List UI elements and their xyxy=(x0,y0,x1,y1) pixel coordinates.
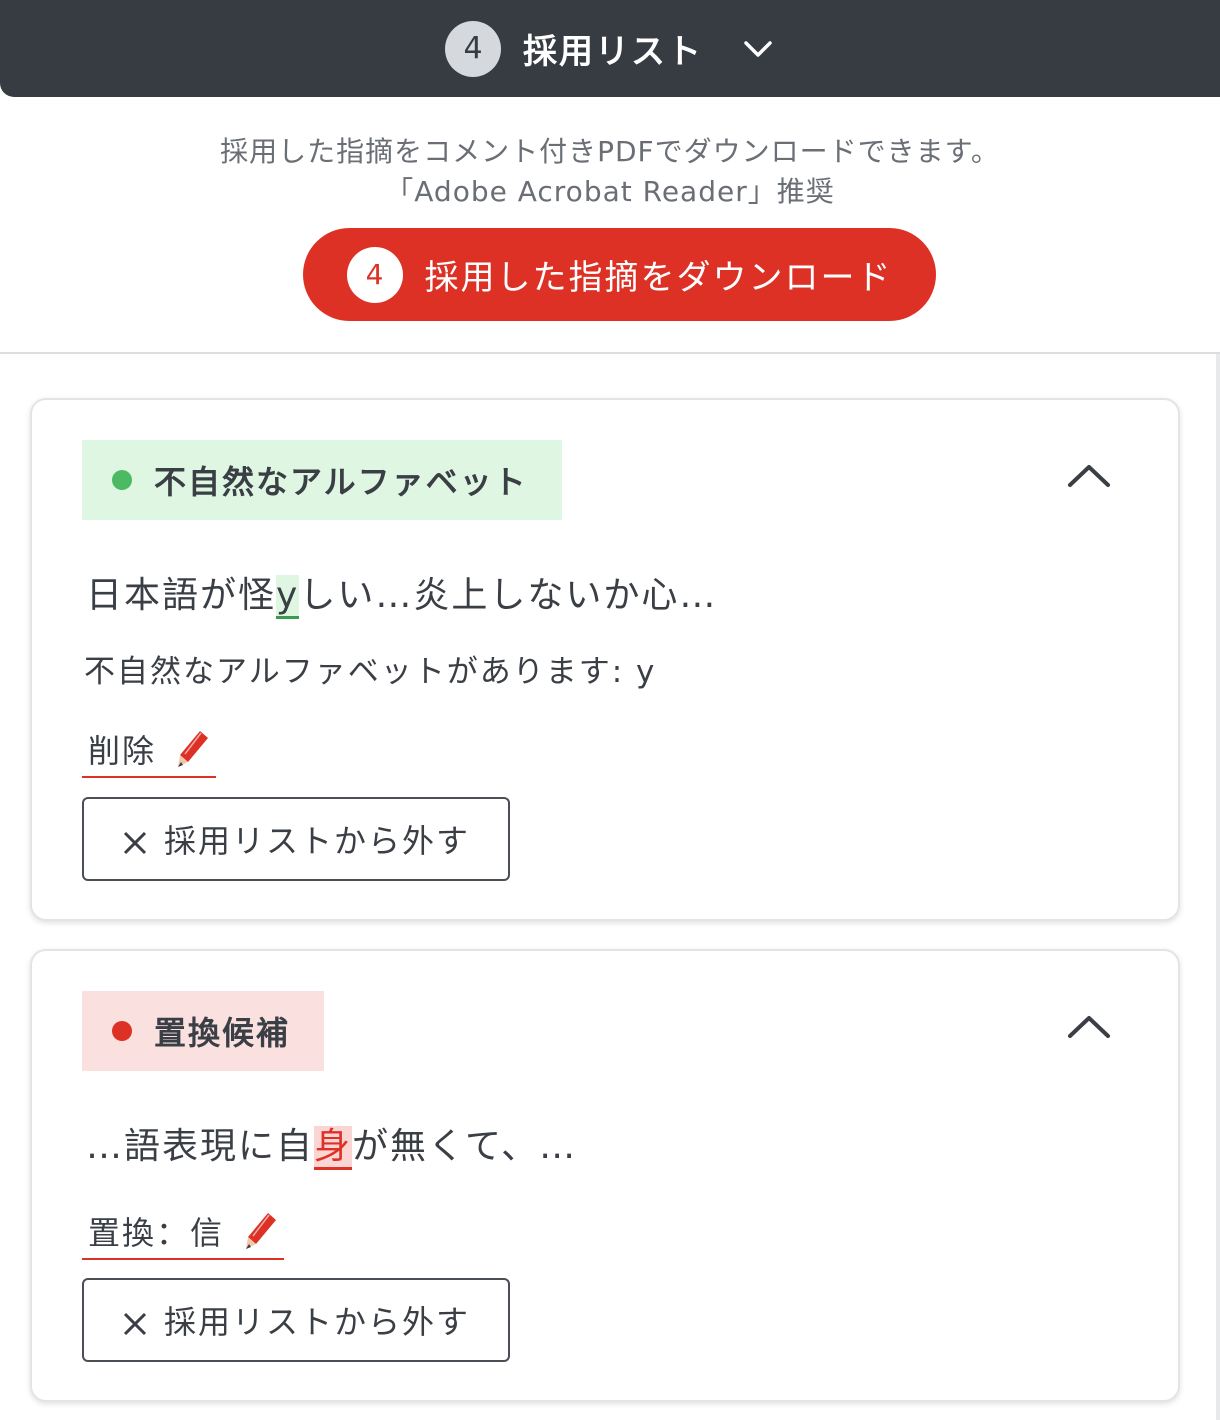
excerpt-after: が無くて、… xyxy=(352,1126,578,1167)
suggested-action-link[interactable]: 削除 xyxy=(82,726,217,778)
suggested-action-label: 置換：信 xyxy=(88,1214,225,1252)
issue-category-tag: 置換候補 xyxy=(82,991,325,1071)
remove-button-label: 採用リストから外す xyxy=(163,1303,470,1341)
download-button-label: 採用した指摘をダウンロード xyxy=(424,258,893,298)
scrollbar-track[interactable] xyxy=(1216,354,1220,1420)
chevron-up-icon[interactable] xyxy=(1066,1011,1112,1041)
download-description: 採用した指摘をコメント付きPDFでダウンロードできます。 xyxy=(220,135,1000,168)
suggested-action-label: 削除 xyxy=(88,732,157,770)
text-excerpt: 日本語が怪yしい…炎上しないか心… xyxy=(86,566,718,619)
chevron-up-icon[interactable] xyxy=(1066,460,1112,490)
issue-category-label: 不自然なアルファベット xyxy=(154,463,528,501)
adopted-count-badge: 4 xyxy=(445,20,501,77)
recommended-reader-note: 「Adobe Acrobat Reader」推奨 xyxy=(385,175,835,208)
excerpt-highlight: y xyxy=(276,575,300,619)
pencil-icon xyxy=(244,1211,278,1251)
section-divider xyxy=(0,352,1220,354)
adopted-list-title: 採用リスト xyxy=(523,32,703,72)
close-icon xyxy=(122,826,148,855)
adopted-list-header[interactable]: 4 採用リスト xyxy=(0,0,1220,97)
category-dot-icon xyxy=(112,470,132,490)
remove-from-list-button[interactable]: 採用リストから外す xyxy=(82,797,510,881)
download-info-section: 採用した指摘をコメント付きPDFでダウンロードできます。 「Adobe Acro… xyxy=(0,97,1220,352)
excerpt-after: しい…炎上しないか心… xyxy=(299,575,718,616)
issue-category-tag: 不自然なアルファベット xyxy=(82,440,562,520)
download-count-badge: 4 xyxy=(346,246,403,303)
issue-category-label: 置換候補 xyxy=(154,1014,291,1052)
download-adopted-button[interactable]: 4 採用した指摘をダウンロード xyxy=(303,228,936,321)
adopted-item-card: 置換候補 …語表現に自身が無くて、… 置換：信 採用リストから外す xyxy=(30,949,1180,1402)
suggested-action-link[interactable]: 置換：信 xyxy=(82,1208,285,1260)
excerpt-before: 日本語が怪 xyxy=(86,575,277,616)
excerpt-highlight: 身 xyxy=(314,1126,353,1170)
pencil-icon xyxy=(176,729,210,769)
adopted-item-card: 不自然なアルファベット 日本語が怪yしい…炎上しないか心… 不自然なアルファベッ… xyxy=(30,398,1180,921)
excerpt-before: …語表現に自 xyxy=(86,1126,315,1167)
remove-button-label: 採用リストから外す xyxy=(163,822,470,860)
close-icon xyxy=(122,1307,148,1336)
remove-from-list-button[interactable]: 採用リストから外す xyxy=(82,1278,510,1362)
chevron-down-icon[interactable] xyxy=(741,32,775,66)
issue-message: 不自然なアルファベットがあります: y xyxy=(84,654,657,690)
text-excerpt: …語表現に自身が無くて、… xyxy=(86,1117,578,1170)
category-dot-icon xyxy=(112,1021,132,1041)
